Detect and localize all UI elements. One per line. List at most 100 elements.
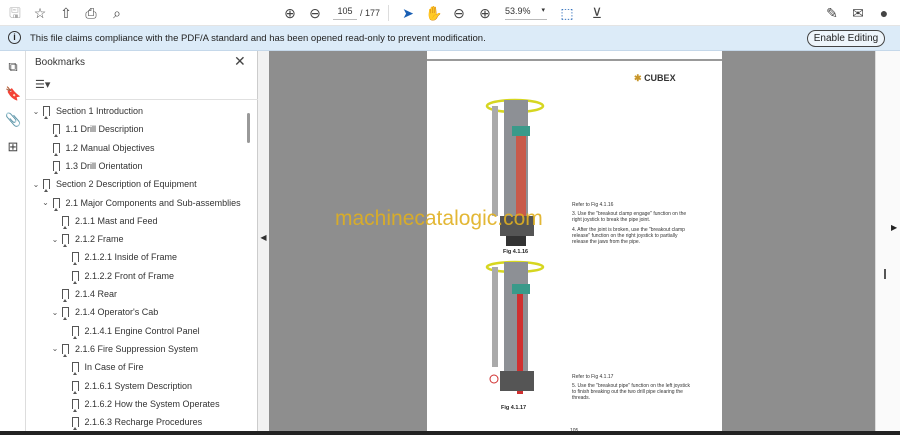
info-message: This file claims compliance with the PDF… bbox=[30, 33, 486, 44]
bookmarks-panel: Bookmarks ✕ ☰▾ ⌄ Section 1 Introduction 1.… bbox=[26, 51, 258, 435]
bookmark-item[interactable]: ⌄ 2.1.2 Frame bbox=[50, 231, 124, 248]
zoom-in-icon[interactable]: ⊕ bbox=[476, 4, 494, 22]
bookmark-label: 2.1 Major Components and Sub-assemblies bbox=[65, 197, 241, 208]
bookmark-label: 2.1.6.1 System Description bbox=[84, 380, 193, 391]
bookmarks-title: Bookmarks bbox=[35, 57, 86, 68]
select-cursor-icon[interactable]: ➤ bbox=[399, 4, 417, 22]
collapse-left-icon[interactable]: ◀ bbox=[260, 233, 266, 242]
print-icon[interactable]: ⎙ bbox=[82, 4, 100, 22]
bookmark-item[interactable]: ⌄ 2.1.4 Operator's Cab bbox=[50, 304, 159, 321]
refer-text: Refer to Fig 4.1.17 bbox=[572, 374, 614, 380]
page-total: / 177 bbox=[360, 8, 381, 18]
bookmark-icon bbox=[71, 252, 79, 266]
bookmark-icon bbox=[62, 343, 69, 357]
scrollbar[interactable] bbox=[247, 113, 250, 143]
layers-lock-icon[interactable]: ⊞ bbox=[5, 139, 21, 155]
bookmark-icon bbox=[62, 215, 69, 229]
bookmark-item[interactable]: 2.1.6.3 Recharge Procedures bbox=[60, 414, 203, 431]
toolbar: 🖫 ☆ ⇧ ⎙ ⌕ ⊕ ⊖ 105 / 177 ➤ ✋ ⊖ ⊕ 53.9% ▾ ⬚… bbox=[0, 0, 900, 26]
zoom-out-icon[interactable]: ⊖ bbox=[450, 4, 468, 22]
bookmark-icon bbox=[52, 124, 60, 138]
bookmark-item[interactable]: 2.1.1 Mast and Feed bbox=[50, 213, 158, 229]
upload-cloud-icon[interactable]: ⇧ bbox=[57, 4, 75, 22]
account-icon[interactable]: ● bbox=[875, 4, 893, 22]
bookmark-icon bbox=[71, 417, 79, 431]
bookmark-label: 2.1.4 Rear bbox=[75, 289, 118, 299]
enable-editing-button[interactable]: Enable Editing bbox=[807, 30, 885, 47]
scrollbar[interactable] bbox=[884, 269, 886, 279]
drill-figure-2 bbox=[485, 260, 545, 394]
document-area: ✱ CUBEX Fig 4.1.16 Fig 4.1.17 Refer to F… bbox=[269, 51, 875, 435]
chevron-down-icon[interactable]: ⌄ bbox=[41, 198, 51, 207]
bookmark-item[interactable]: 1.1 Drill Description bbox=[41, 121, 144, 138]
expand-right-icon[interactable]: ▶ bbox=[891, 223, 897, 232]
bookmark-item[interactable]: In Case of Fire bbox=[60, 359, 144, 376]
bookmark-icon bbox=[62, 234, 69, 248]
bookmark-label: In Case of Fire bbox=[84, 362, 144, 373]
mail-icon[interactable]: ✉ bbox=[849, 4, 867, 22]
next-page-icon[interactable]: ⊖ bbox=[306, 4, 324, 22]
chevron-down-icon[interactable]: ⌄ bbox=[31, 180, 41, 189]
chevron-down-icon[interactable]: ⌄ bbox=[50, 308, 60, 317]
bookmark-label: 2.1.1 Mast and Feed bbox=[75, 215, 158, 226]
step-text: 4. After the joint is broken, use the "b… bbox=[572, 227, 685, 245]
bookmark-star-icon[interactable]: ☆ bbox=[31, 4, 49, 22]
divider bbox=[388, 5, 389, 21]
bookmark-icon bbox=[62, 289, 69, 302]
bookmark-label: Section 2 Description of Equipment bbox=[56, 179, 197, 190]
bookmark-icon bbox=[52, 160, 60, 174]
zoom-select[interactable]: 53.9% ▾ bbox=[505, 6, 547, 20]
bookmark-options-icon[interactable]: ☰▾ bbox=[35, 78, 50, 91]
zoom-value: 53.9% bbox=[505, 6, 531, 16]
bookmark-label: 2.1.4 Operator's Cab bbox=[75, 307, 159, 318]
figure-caption: Fig 4.1.17 bbox=[501, 405, 527, 411]
step-text: 3. Use the "breakout clamp engage" funct… bbox=[572, 211, 687, 223]
page-thumbnails-icon[interactable]: ⧉ bbox=[5, 59, 21, 75]
chevron-down-icon[interactable]: ⌄ bbox=[50, 235, 60, 244]
divider bbox=[26, 99, 258, 100]
bookmark-item[interactable]: 2.1.6.1 System Description bbox=[60, 378, 193, 394]
info-bar: i This file claims compliance with the P… bbox=[0, 26, 900, 51]
refer-text: Refer to Fig 4.1.16 bbox=[572, 202, 614, 208]
bookmark-item[interactable]: 2.1.2.2 Front of Frame bbox=[60, 268, 175, 284]
bookmark-icon bbox=[71, 380, 79, 394]
bookmark-label: 1.2 Manual Objectives bbox=[65, 142, 155, 153]
scroll-mode-icon[interactable]: ⊻ bbox=[588, 4, 606, 22]
bookmark-item[interactable]: 1.2 Manual Objectives bbox=[41, 140, 155, 156]
sign-icon[interactable]: ✎ bbox=[823, 4, 841, 22]
bookmark-label: 2.1.2.1 Inside of Frame bbox=[84, 252, 178, 263]
bookmark-label: 2.1.6.3 Recharge Procedures bbox=[84, 417, 203, 428]
chevron-down-icon[interactable]: ⌄ bbox=[50, 344, 60, 353]
hand-tool-icon[interactable]: ✋ bbox=[425, 4, 443, 22]
bookmark-item[interactable]: ⌄ 2.1 Major Components and Sub-assemblies bbox=[41, 195, 241, 211]
panel-splitter[interactable]: ◀ bbox=[258, 51, 269, 435]
previous-page-icon[interactable]: ⊕ bbox=[281, 4, 299, 22]
attachments-icon[interactable]: 📎 bbox=[5, 112, 21, 128]
bookmark-item[interactable]: 2.1.6.2 How the System Operates bbox=[60, 396, 220, 412]
bookmark-icon bbox=[62, 307, 69, 321]
bookmark-label: 2.1.6.2 How the System Operates bbox=[84, 398, 220, 409]
chevron-down-icon[interactable]: ⌄ bbox=[31, 107, 41, 116]
search-icon[interactable]: ⌕ bbox=[108, 4, 126, 22]
bookmark-item[interactable]: 2.1.2.1 Inside of Frame bbox=[60, 249, 178, 266]
bookmark-icon bbox=[71, 325, 79, 339]
taskbar-edge bbox=[0, 431, 900, 435]
bookmark-label: 1.3 Drill Orientation bbox=[65, 160, 143, 171]
header-rule bbox=[427, 59, 722, 61]
cubex-logo: ✱ CUBEX bbox=[634, 73, 676, 83]
bookmark-item[interactable]: 2.1.4 Rear bbox=[50, 286, 117, 302]
bookmark-item[interactable]: 1.3 Drill Orientation bbox=[41, 158, 143, 174]
bookmark-item[interactable]: ⌄ Section 2 Description of Equipment bbox=[31, 176, 197, 193]
bookmark-item[interactable]: ⌄ 2.1.6 Fire Suppression System bbox=[50, 341, 198, 357]
save-icon[interactable]: 🖫 bbox=[6, 4, 24, 22]
bookmark-item[interactable]: 2.1.4.1 Engine Control Panel bbox=[60, 323, 200, 339]
bookmark-label: 2.1.2.2 Front of Frame bbox=[84, 270, 175, 281]
page-fit-icon[interactable]: ⬚ bbox=[558, 4, 576, 22]
navigation-rail: ⧉ 🔖 📎 ⊞ bbox=[0, 51, 26, 435]
bookmark-icon bbox=[43, 106, 50, 119]
bookmark-item[interactable]: ⌄ Section 1 Introduction bbox=[31, 103, 143, 119]
close-icon[interactable]: ✕ bbox=[234, 53, 246, 70]
step-text: 5. Use the "breakout pipe" function on t… bbox=[572, 383, 691, 401]
page-number-input[interactable]: 105 bbox=[333, 6, 357, 20]
bookmarks-icon[interactable]: 🔖 bbox=[5, 86, 21, 102]
